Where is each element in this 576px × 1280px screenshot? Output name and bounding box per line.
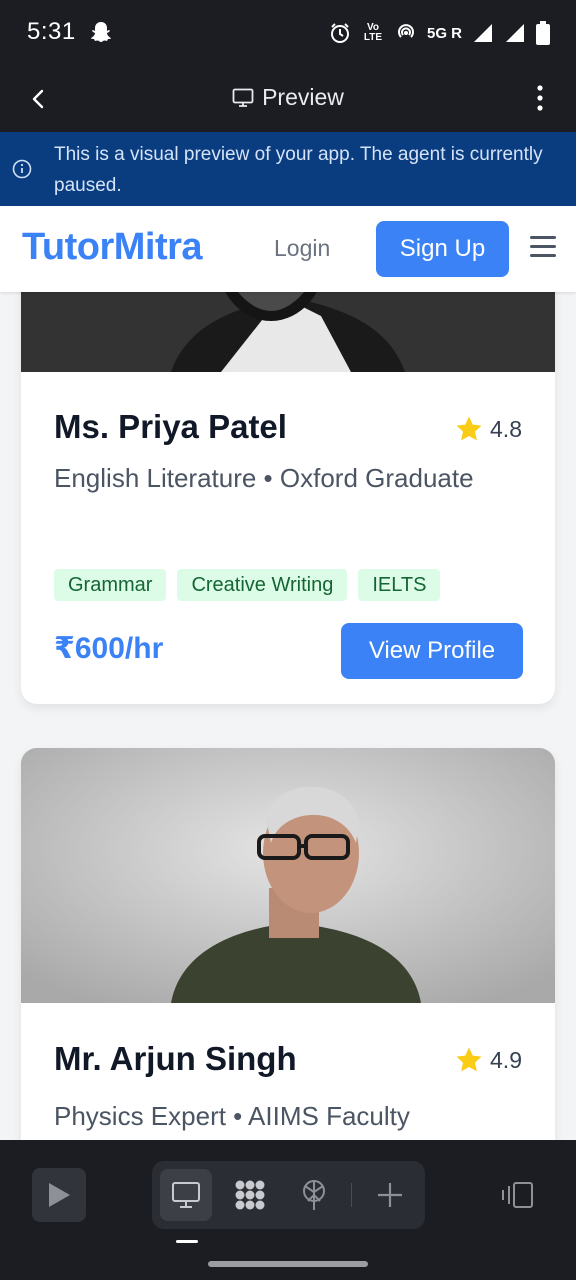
tag-chip: Grammar [54,569,167,601]
home-indicator[interactable] [208,1261,368,1267]
status-time: 5:31 [27,18,76,45]
monitor-icon [232,88,254,107]
toolbar-divider [351,1183,352,1207]
app-bar-title-group: Preview [0,84,576,111]
tag-chip: Creative Writing [177,569,348,601]
signal-icon-2 [506,24,524,42]
info-icon [12,159,32,179]
status-bar: 5:31 Vo LTE 5G R [0,0,576,66]
status-icons: Vo LTE 5G R [329,18,550,48]
snapchat-ghost-icon [91,22,111,42]
deploy-tab[interactable] [288,1169,340,1221]
app-bar-title: Preview [262,84,344,110]
star-icon [456,1047,482,1072]
add-tab-button[interactable] [364,1169,416,1221]
site-logo[interactable]: TutorMitra [22,226,203,269]
signal-icon [474,24,492,42]
network-type-label: 5G R [426,24,462,42]
alarm-icon [330,23,349,43]
tutor-name[interactable]: Ms. Priya Patel [54,408,287,446]
bottom-toolbar [0,1140,576,1280]
desktop-icon [172,1182,200,1208]
active-tab-indicator [176,1240,198,1243]
battery-icon [536,21,550,45]
view-profile-button[interactable]: View Profile [341,623,523,679]
play-icon [49,1183,70,1207]
grid-icon [235,1180,265,1210]
tag-chip: IELTS [358,569,441,601]
view-switcher [152,1161,425,1229]
preview-banner: This is a visual preview of your app. Th… [0,132,576,206]
tutor-card: Mr. Arjun Singh 4.9 Physics Expert • AII… [21,748,555,1140]
tutor-rating: 4.9 [454,1045,522,1075]
web-preview[interactable]: TutorMitra Login Sign Up Ms. Priya Patel [0,206,576,1140]
preview-tab[interactable] [160,1169,212,1221]
login-link[interactable]: Login [274,235,330,262]
banner-message: This is a visual preview of your app. Th… [54,144,543,196]
star-icon [456,416,482,441]
volte-indicator: Vo LTE [363,22,383,43]
rating-value: 4.9 [490,1046,522,1073]
tutor-price: ₹600/hr [54,632,164,665]
phone-screen: 5:31 Vo LTE 5G R Preview This is a visua… [0,0,576,1280]
hotspot-icon [398,24,414,38]
run-button[interactable] [32,1168,86,1222]
tutor-name[interactable]: Mr. Arjun Singh [54,1040,297,1078]
more-vertical-icon[interactable] [534,84,546,112]
apps-tab[interactable] [224,1169,276,1221]
tutor-rating: 4.8 [454,414,522,444]
split-view-icon[interactable] [500,1180,534,1210]
tutor-tags: Grammar Creative Writing IELTS [54,569,441,601]
network-tree-icon [303,1180,325,1210]
tutor-photo [21,748,555,1003]
hamburger-menu-icon[interactable] [530,236,556,260]
tutor-subtitle: English Literature • Oxford Graduate [54,463,474,493]
tutor-subtitle: Physics Expert • AIIMS Faculty [54,1101,410,1131]
plus-icon [378,1183,402,1207]
site-navbar: TutorMitra Login Sign Up [0,206,576,292]
rating-value: 4.8 [490,415,522,442]
app-bar: Preview [0,66,576,132]
signup-button[interactable]: Sign Up [376,221,509,277]
